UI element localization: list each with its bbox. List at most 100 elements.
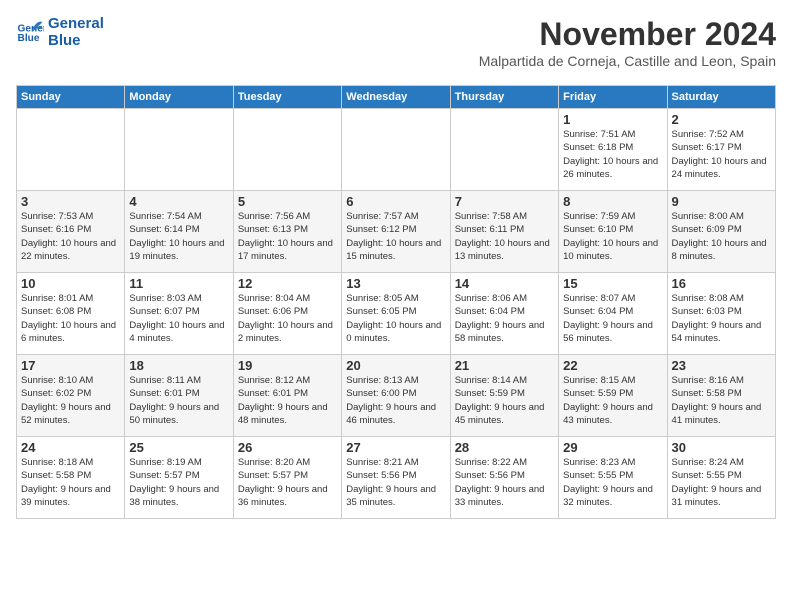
logo-icon: General Blue (16, 19, 44, 47)
calendar-cell: 29Sunrise: 8:23 AMSunset: 5:55 PMDayligh… (559, 437, 667, 519)
day-info: Daylight: 9 hours and 41 minutes. (672, 401, 771, 428)
calendar-table: SundayMondayTuesdayWednesdayThursdayFrid… (16, 85, 776, 519)
calendar-cell: 10Sunrise: 8:01 AMSunset: 6:08 PMDayligh… (17, 273, 125, 355)
day-info: Daylight: 9 hours and 33 minutes. (455, 483, 554, 510)
day-info: Sunset: 6:13 PM (238, 223, 337, 236)
day-number: 26 (238, 440, 337, 455)
calendar-cell: 2Sunrise: 7:52 AMSunset: 6:17 PMDaylight… (667, 109, 775, 191)
day-info: Sunset: 6:01 PM (238, 387, 337, 400)
day-number: 25 (129, 440, 228, 455)
day-info: Sunset: 6:01 PM (129, 387, 228, 400)
day-number: 19 (238, 358, 337, 373)
day-info: Daylight: 9 hours and 48 minutes. (238, 401, 337, 428)
day-number: 29 (563, 440, 662, 455)
day-info: Sunrise: 8:21 AM (346, 456, 445, 469)
svg-text:Blue: Blue (18, 32, 40, 43)
calendar-cell: 25Sunrise: 8:19 AMSunset: 5:57 PMDayligh… (125, 437, 233, 519)
calendar-cell: 16Sunrise: 8:08 AMSunset: 6:03 PMDayligh… (667, 273, 775, 355)
day-info: Sunset: 5:57 PM (238, 469, 337, 482)
day-info: Daylight: 10 hours and 13 minutes. (455, 237, 554, 264)
calendar-cell: 14Sunrise: 8:06 AMSunset: 6:04 PMDayligh… (450, 273, 558, 355)
day-info: Daylight: 9 hours and 50 minutes. (129, 401, 228, 428)
day-info: Daylight: 10 hours and 19 minutes. (129, 237, 228, 264)
day-number: 1 (563, 112, 662, 127)
day-info: Daylight: 10 hours and 0 minutes. (346, 319, 445, 346)
calendar-cell: 4Sunrise: 7:54 AMSunset: 6:14 PMDaylight… (125, 191, 233, 273)
day-number: 20 (346, 358, 445, 373)
day-info: Sunset: 6:03 PM (672, 305, 771, 318)
calendar-cell: 30Sunrise: 8:24 AMSunset: 5:55 PMDayligh… (667, 437, 775, 519)
day-number: 23 (672, 358, 771, 373)
calendar-cell: 3Sunrise: 7:53 AMSunset: 6:16 PMDaylight… (17, 191, 125, 273)
day-info: Daylight: 9 hours and 43 minutes. (563, 401, 662, 428)
logo-line1: General (48, 16, 104, 33)
day-info: Sunrise: 8:23 AM (563, 456, 662, 469)
day-info: Sunset: 6:05 PM (346, 305, 445, 318)
day-info: Sunset: 5:58 PM (21, 469, 120, 482)
day-number: 27 (346, 440, 445, 455)
day-info: Sunset: 6:11 PM (455, 223, 554, 236)
day-info: Sunset: 6:00 PM (346, 387, 445, 400)
day-info: Sunrise: 8:01 AM (21, 292, 120, 305)
day-info: Sunrise: 8:19 AM (129, 456, 228, 469)
day-info: Sunrise: 8:04 AM (238, 292, 337, 305)
day-info: Sunset: 5:59 PM (455, 387, 554, 400)
day-number: 14 (455, 276, 554, 291)
day-info: Sunrise: 7:56 AM (238, 210, 337, 223)
day-number: 30 (672, 440, 771, 455)
col-header-wednesday: Wednesday (342, 86, 450, 109)
day-number: 12 (238, 276, 337, 291)
day-info: Daylight: 10 hours and 4 minutes. (129, 319, 228, 346)
day-number: 21 (455, 358, 554, 373)
day-info: Daylight: 9 hours and 46 minutes. (346, 401, 445, 428)
day-number: 3 (21, 194, 120, 209)
day-info: Daylight: 10 hours and 2 minutes. (238, 319, 337, 346)
day-info: Sunrise: 8:12 AM (238, 374, 337, 387)
day-info: Sunset: 6:06 PM (238, 305, 337, 318)
day-info: Sunrise: 8:24 AM (672, 456, 771, 469)
calendar-cell (125, 109, 233, 191)
day-number: 22 (563, 358, 662, 373)
day-info: Sunrise: 8:06 AM (455, 292, 554, 305)
day-info: Sunset: 6:07 PM (129, 305, 228, 318)
calendar-cell (233, 109, 341, 191)
day-info: Sunset: 5:56 PM (455, 469, 554, 482)
calendar-cell: 5Sunrise: 7:56 AMSunset: 6:13 PMDaylight… (233, 191, 341, 273)
day-info: Sunset: 5:57 PM (129, 469, 228, 482)
calendar-cell: 15Sunrise: 8:07 AMSunset: 6:04 PMDayligh… (559, 273, 667, 355)
logo: General Blue General Blue (16, 16, 104, 49)
day-info: Sunrise: 7:54 AM (129, 210, 228, 223)
day-info: Sunset: 6:04 PM (455, 305, 554, 318)
day-info: Daylight: 10 hours and 26 minutes. (563, 155, 662, 182)
day-number: 17 (21, 358, 120, 373)
calendar-cell: 13Sunrise: 8:05 AMSunset: 6:05 PMDayligh… (342, 273, 450, 355)
day-info: Sunset: 6:14 PM (129, 223, 228, 236)
day-number: 7 (455, 194, 554, 209)
calendar-cell: 6Sunrise: 7:57 AMSunset: 6:12 PMDaylight… (342, 191, 450, 273)
day-info: Daylight: 10 hours and 8 minutes. (672, 237, 771, 264)
day-number: 15 (563, 276, 662, 291)
day-number: 2 (672, 112, 771, 127)
day-number: 13 (346, 276, 445, 291)
calendar-cell: 1Sunrise: 7:51 AMSunset: 6:18 PMDaylight… (559, 109, 667, 191)
calendar-cell: 7Sunrise: 7:58 AMSunset: 6:11 PMDaylight… (450, 191, 558, 273)
calendar-cell: 8Sunrise: 7:59 AMSunset: 6:10 PMDaylight… (559, 191, 667, 273)
calendar-cell: 26Sunrise: 8:20 AMSunset: 5:57 PMDayligh… (233, 437, 341, 519)
day-info: Sunset: 6:02 PM (21, 387, 120, 400)
calendar-cell: 23Sunrise: 8:16 AMSunset: 5:58 PMDayligh… (667, 355, 775, 437)
day-number: 16 (672, 276, 771, 291)
day-info: Daylight: 10 hours and 17 minutes. (238, 237, 337, 264)
calendar-cell (450, 109, 558, 191)
day-info: Sunrise: 8:10 AM (21, 374, 120, 387)
day-info: Sunset: 6:12 PM (346, 223, 445, 236)
day-info: Daylight: 10 hours and 10 minutes. (563, 237, 662, 264)
day-info: Sunrise: 8:22 AM (455, 456, 554, 469)
logo-line2: Blue (48, 33, 104, 50)
day-info: Sunset: 6:10 PM (563, 223, 662, 236)
day-info: Daylight: 9 hours and 39 minutes. (21, 483, 120, 510)
page-subtitle: Malpartida de Corneja, Castille and Leon… (479, 53, 776, 69)
calendar-cell: 9Sunrise: 8:00 AMSunset: 6:09 PMDaylight… (667, 191, 775, 273)
day-number: 9 (672, 194, 771, 209)
day-info: Sunset: 5:59 PM (563, 387, 662, 400)
day-info: Sunrise: 8:16 AM (672, 374, 771, 387)
